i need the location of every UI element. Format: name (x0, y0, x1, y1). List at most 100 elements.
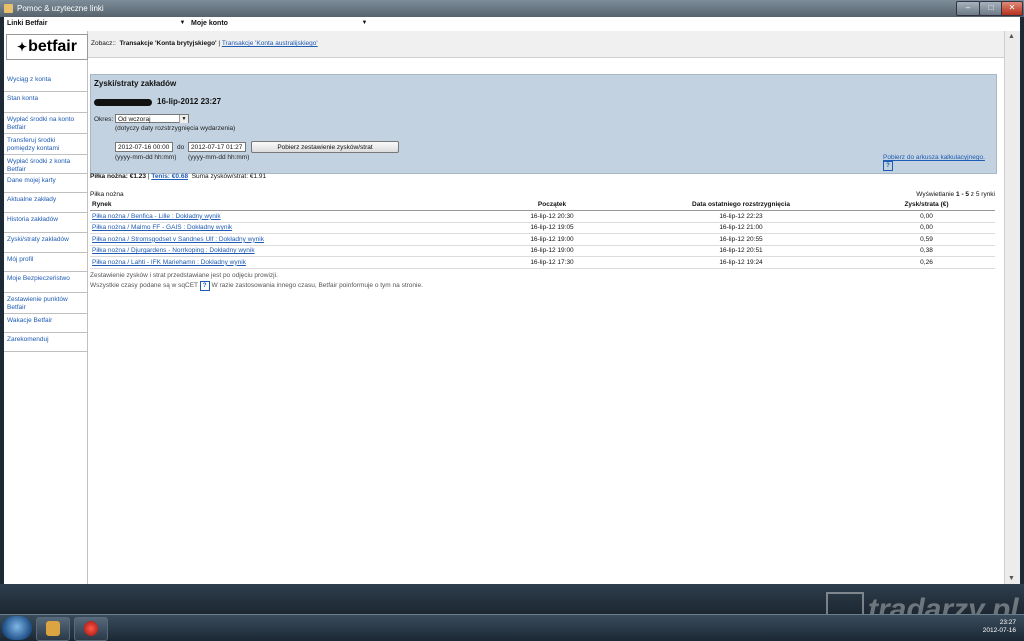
chevron-down-icon[interactable]: ▼ (178, 18, 187, 29)
australian-account-link[interactable]: Transakcje 'Konta australijskiego' (222, 40, 318, 47)
sidebar-item[interactable]: Wyciąg z konta (4, 73, 87, 92)
system-clock[interactable]: 23:27 2012-07-16 (983, 619, 1016, 635)
profit-loss-cell: 0,00 (858, 210, 995, 223)
start-button[interactable] (2, 616, 32, 640)
market-link[interactable]: Piłka nożna / Stromsgodset v Sandnes Ulf… (92, 236, 264, 243)
start-time-cell: 16-lip-12 19:00 (480, 245, 624, 257)
my-account-combo[interactable]: Moje konto ▼ (191, 18, 369, 29)
sidebar-item[interactable]: Moje Bezpieczeństwo (4, 272, 87, 293)
date-from-input[interactable]: 2012-07-16 00:00 (115, 142, 173, 152)
date-to-label: do (177, 144, 185, 151)
period-select-value: Od wczoraj (118, 116, 151, 123)
minimize-button[interactable]: – (956, 1, 980, 16)
help-icon[interactable]: ? (883, 161, 893, 171)
showing-range: 1 - 5 (955, 191, 969, 198)
opera-icon (84, 621, 98, 636)
results-table: Rynek Początek Data ostatniego rozstrzyg… (90, 199, 995, 269)
sidebar-item[interactable]: Stan konta (4, 92, 87, 113)
summary-separator: | (147, 173, 150, 180)
breadcrumb: Zobacz:: Transakcje 'Konta brytyjskiego'… (88, 31, 1007, 58)
chevron-down-icon[interactable]: ▼ (179, 115, 188, 123)
scroll-up-icon[interactable]: ▲ (1008, 33, 1015, 40)
download-spreadsheet: Pobierz do arkusza kalkulacyjnego. ? (883, 154, 996, 171)
close-button[interactable]: ✕ (1001, 1, 1023, 16)
note-timezone-a: Wszystkie czasy podane są w sqCET (90, 281, 198, 289)
chevron-down-icon[interactable]: ▼ (360, 18, 369, 29)
football-total: Piłka nożna: €1.23 (90, 173, 146, 180)
table-row: Piłka nożna / Djurgardens - Norrkoping :… (90, 245, 995, 257)
sidebar-item[interactable]: Aktualne zakłady (4, 193, 87, 213)
date-from-hint: (yyyy-mm-dd hh:mm) (115, 154, 177, 161)
taskbar: 23:27 2012-07-16 (0, 614, 1024, 641)
sidebar-item[interactable]: Dane mojej karty (4, 174, 87, 193)
summary-total: Suma zysków/strat: €1.91 (191, 173, 267, 180)
start-time-cell: 16-lip-12 19:00 (480, 233, 624, 246)
settled-time-cell: 16-lip-12 22:23 (624, 210, 858, 223)
start-time-cell: 16-lip-12 19:05 (480, 222, 624, 234)
market-link[interactable]: Piłka nożna / Lahti - IFK Mariehamn : Do… (92, 259, 246, 266)
note-commission: Zestawienie zysków i strat przedstawiane… (90, 272, 278, 279)
sidebar-item[interactable]: Wypłać środki z konta Betfair (4, 155, 87, 174)
sidebar-item[interactable]: Transferuj środki pomiędzy kontami (4, 134, 87, 155)
main-content: Zobacz:: Transakcje 'Konta brytyjskiego'… (88, 31, 1020, 584)
sidebar-item[interactable]: Zyski/straty zakładów (4, 233, 87, 253)
taskbar-app-icon[interactable] (36, 617, 70, 641)
settled-time-cell: 16-lip-12 20:51 (624, 245, 858, 257)
page-title: Zyski/straty zakładów (94, 79, 177, 88)
market-link-cell: Piłka nożna / Stromsgodset v Sandnes Ulf… (90, 233, 480, 246)
period-select[interactable]: Od wczoraj ▼ (115, 114, 189, 123)
sidebar-item[interactable]: Historia zakładów (4, 213, 87, 233)
market-link-cell: Piłka nożna / Benfica - Lille : Dokładny… (90, 210, 480, 223)
column-header-start: Początek (480, 199, 624, 211)
redacted-username (94, 99, 152, 106)
sidebar-item[interactable]: Zestawienie punktów Betfair (4, 293, 87, 314)
settled-time-cell: 16-lip-12 20:55 (624, 233, 858, 246)
profit-loss-cell: 0,38 (858, 245, 995, 257)
sidebar-item[interactable]: Zarekomenduj (4, 333, 87, 352)
results-header: Piłka nożna Wyświetlanie 1 - 5 z 5 rynki (90, 191, 995, 198)
sidebar-item[interactable]: Wypłać środki na konto Betfair (4, 113, 87, 134)
betfair-links-combo[interactable]: Linki Betfair ▼ (7, 18, 187, 29)
account-sidebar: ✦betfair Wyciąg z konta Stan konta Wypłać … (4, 31, 88, 584)
market-link[interactable]: Piłka nożna / Benfica - Lille : Dokładny… (92, 213, 221, 220)
date-to-input[interactable]: 2012-07-17 01:27 (188, 142, 246, 152)
settled-time-cell: 16-lip-12 21:00 (624, 222, 858, 234)
app-icon (4, 4, 13, 13)
market-link[interactable]: Piłka nożna / Malmo FF - GAIS : Dokładny… (92, 224, 232, 231)
maximize-button[interactable]: □ (979, 1, 1003, 16)
market-link[interactable]: Piłka nożna / Djurgardens - Norrkoping :… (92, 247, 255, 254)
table-row: Piłka nożna / Stromsgodset v Sandnes Ulf… (90, 233, 995, 246)
clock-time: 23:27 (999, 619, 1016, 626)
settled-time-cell: 16-lip-12 19:24 (624, 256, 858, 269)
period-note: (dotyczy daty rozstrzygnięcia wydarzenia… (115, 125, 236, 132)
taskbar-opera-icon[interactable] (74, 617, 108, 641)
showing-prefix: Wyświetlanie (916, 191, 955, 198)
clock-date: 2012-07-16 (982, 627, 1016, 634)
period-label: Okres: (94, 116, 114, 123)
links-toolbar: Linki Betfair ▼ Moje konto ▼ (4, 17, 1020, 32)
help-icon[interactable]: ? (199, 280, 210, 291)
tennis-total-link[interactable]: Tenis: €0.68 (151, 173, 188, 180)
vertical-scrollbar[interactable]: ▲ ▼ (1004, 31, 1020, 584)
window-title: Pomoc & uzyteczne linki (17, 4, 104, 13)
app-window: Linki Betfair ▼ Moje konto ▼ ✦betfair Wy… (4, 17, 1020, 584)
market-link-cell: Piłka nożna / Lahti - IFK Mariehamn : Do… (90, 256, 480, 269)
market-link-cell: Piłka nożna / Malmo FF - GAIS : Dokładny… (90, 222, 480, 234)
table-row: Piłka nożna / Lahti - IFK Mariehamn : Do… (90, 256, 995, 269)
column-header-market: Rynek (90, 199, 480, 211)
sidebar-item[interactable]: Mój profil (4, 253, 87, 272)
footnotes: Zestawienie zysków i strat przedstawiane… (90, 272, 423, 291)
section-title: Piłka nożna (90, 191, 124, 198)
start-time-cell: 16-lip-12 17:30 (480, 256, 624, 269)
download-spreadsheet-link[interactable]: Pobierz do arkusza kalkulacyjnego. (883, 154, 985, 161)
sidebar-item[interactable]: Wakacje Betfair (4, 314, 87, 333)
my-account-combo-label: Moje konto (191, 20, 228, 27)
scroll-down-icon[interactable]: ▼ (1008, 575, 1015, 582)
betfair-logo: ✦betfair (6, 34, 88, 60)
table-header-row: Rynek Początek Data ostatniego rozstrzyg… (90, 199, 995, 211)
filter-panel: Zyski/straty zakładów 16-lip-2012 23:27 … (90, 74, 997, 174)
column-header-settled: Data ostatniego rozstrzygnięcia (624, 199, 858, 211)
note-timezone-b: W razie zastosowania innego czasu, Betfa… (211, 281, 423, 289)
fetch-report-button[interactable]: Pobierz zestawienie zysków/strat (251, 141, 399, 153)
note-timezone: Wszystkie czasy podane są w sqCET ? W ra… (90, 280, 423, 291)
